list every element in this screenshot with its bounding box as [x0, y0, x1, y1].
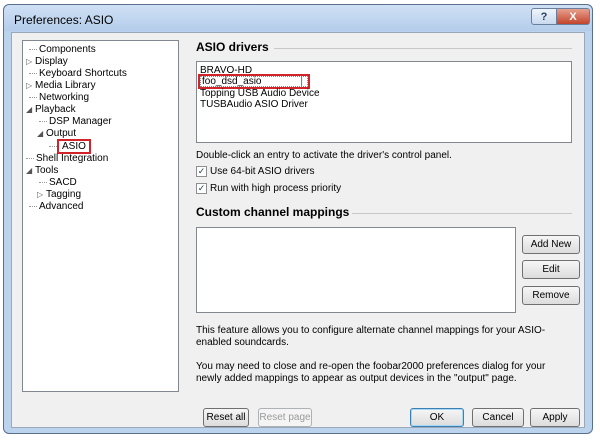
tree-item-label: DSP Manager	[49, 116, 112, 127]
collapse-arrow-icon[interactable]: ◢	[37, 128, 46, 140]
remove-mapping-button[interactable]: Remove	[522, 286, 580, 305]
tree-item-display[interactable]: ▷ Display	[26, 56, 68, 68]
tree-item-sacd[interactable]: SACD	[39, 177, 77, 189]
use-64bit-checkbox[interactable]: ✓	[196, 166, 207, 177]
tree-connector	[29, 96, 37, 98]
tree-item-shell-integration[interactable]: Shell Integration	[26, 153, 108, 165]
window-title: Preferences: ASIO	[14, 13, 114, 27]
tree-item-label: SACD	[49, 177, 77, 188]
driver-hint-text: Double-click an entry to activate the dr…	[196, 150, 452, 161]
tree-connector	[26, 157, 34, 159]
title-bar[interactable]: Preferences: ASIO ? X	[4, 5, 592, 31]
help-button[interactable]: ?	[531, 8, 557, 25]
tree-connector	[29, 72, 37, 74]
tree-item-asio[interactable]: ASIO	[49, 139, 91, 154]
high-priority-checkbox[interactable]: ✓	[196, 183, 207, 194]
tree-item-label: Keyboard Shortcuts	[39, 68, 127, 79]
expand-arrow-icon[interactable]: ▷	[26, 80, 35, 92]
tree-connector	[39, 120, 47, 122]
collapse-arrow-icon[interactable]: ◢	[26, 104, 35, 116]
tree-item-networking[interactable]: Networking	[29, 92, 89, 104]
tree-item-output[interactable]: ◢ Output	[37, 128, 76, 140]
tree-connector	[29, 48, 37, 50]
tree-item-tools[interactable]: ◢ Tools	[26, 165, 58, 177]
apply-button[interactable]: Apply	[530, 408, 580, 427]
tree-item-label: Display	[35, 56, 68, 67]
high-priority-label: Run with high process priority	[210, 183, 342, 194]
reset-all-button[interactable]: Reset all	[203, 408, 249, 427]
high-priority-checkbox-row[interactable]: ✓ Run with high process priority	[196, 183, 341, 194]
tree-item-label: Media Library	[35, 80, 96, 91]
tree-item-advanced[interactable]: Advanced	[29, 201, 83, 213]
channel-mappings-heading: Custom channel mappings	[196, 205, 350, 219]
tree-item-label: Networking	[39, 92, 90, 103]
section-divider	[274, 48, 572, 49]
tree-item-label: Advanced	[39, 201, 84, 212]
collapse-arrow-icon[interactable]: ◢	[26, 165, 35, 177]
use-64bit-checkbox-row[interactable]: ✓ Use 64-bit ASIO drivers	[196, 166, 314, 177]
cancel-button[interactable]: Cancel	[472, 408, 524, 427]
tree-item-tagging[interactable]: ▷ Tagging	[37, 189, 81, 201]
tree-connector	[29, 205, 37, 207]
tree-item-media-library[interactable]: ▷ Media Library	[26, 80, 96, 92]
driver-item[interactable]: BRAVO-HD	[200, 65, 252, 76]
reset-page-button[interactable]: Reset page	[258, 408, 312, 427]
close-button[interactable]: X	[556, 8, 590, 25]
mappings-info-text: This feature allows you to configure alt…	[196, 325, 546, 348]
tree-item-label: Playback	[35, 104, 76, 115]
expand-arrow-icon[interactable]: ▷	[26, 56, 35, 68]
dialog-client-area: Components ▷ Display Keyboard Shortcuts ▷…	[11, 32, 585, 428]
edit-mapping-button[interactable]: Edit	[522, 260, 580, 279]
expand-arrow-icon[interactable]: ▷	[37, 189, 46, 201]
channel-mappings-list[interactable]	[196, 227, 516, 313]
section-divider	[352, 213, 572, 214]
tree-connector	[49, 145, 57, 147]
add-new-mapping-button[interactable]: Add New	[522, 235, 580, 254]
ok-button[interactable]: OK	[410, 408, 464, 427]
tree-item-label: Components	[39, 44, 96, 55]
tree-item-dsp-manager[interactable]: DSP Manager	[39, 116, 112, 128]
tree-connector	[39, 181, 47, 183]
tree-item-label-selected: ASIO	[57, 139, 91, 154]
asio-drivers-heading: ASIO drivers	[196, 40, 269, 54]
driver-item-label: foo_dsd_asio	[202, 76, 262, 87]
use-64bit-label: Use 64-bit ASIO drivers	[210, 166, 315, 177]
tree-item-keyboard-shortcuts[interactable]: Keyboard Shortcuts	[29, 68, 127, 80]
tree-item-components[interactable]: Components	[29, 44, 96, 56]
preferences-tree[interactable]: Components ▷ Display Keyboard Shortcuts ▷…	[22, 40, 179, 392]
mappings-restart-note: You may need to close and re-open the fo…	[196, 361, 546, 384]
asio-driver-list[interactable]: BRAVO-HD foo_dsd_asio | Topping USB Audi…	[196, 61, 572, 143]
driver-item[interactable]: TUSBAudio ASIO Driver	[200, 99, 308, 110]
tree-item-label: Tagging	[46, 189, 82, 200]
tree-item-label: Tools	[35, 165, 59, 176]
tree-item-label: Output	[46, 128, 77, 139]
tree-item-label: Shell Integration	[36, 153, 109, 164]
preferences-window: Preferences: ASIO ? X Components ▷ Displa…	[3, 4, 593, 434]
tree-item-playback[interactable]: ◢ Playback	[26, 104, 76, 116]
text-cursor-icon: |	[300, 76, 303, 87]
driver-item[interactable]: Topping USB Audio Device	[200, 88, 320, 99]
driver-item-selected[interactable]: foo_dsd_asio |	[198, 74, 310, 89]
